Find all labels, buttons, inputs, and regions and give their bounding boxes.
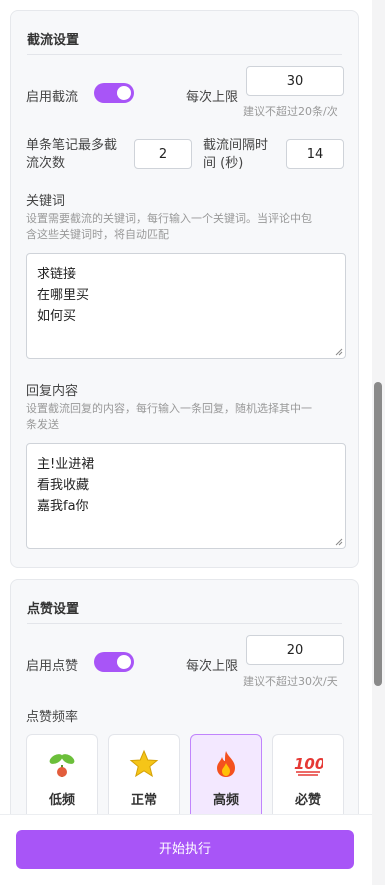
- throttle-per-limit-label: 每次上限: [186, 90, 239, 105]
- interval-label-line1: 截流间隔时: [203, 138, 269, 153]
- frequency-option-high[interactable]: 高频: [190, 734, 262, 824]
- keyword-line: 在哪里买: [37, 288, 90, 303]
- frequency-option-name: 必赞: [294, 793, 321, 808]
- like-section-title: 点赞设置: [27, 602, 80, 617]
- toggle-knob: [117, 86, 131, 100]
- keyword-line: 如何买: [37, 309, 77, 324]
- frequency-option-low[interactable]: 低频: [26, 734, 98, 824]
- enable-throttle-toggle[interactable]: [94, 83, 134, 103]
- hundred-icon: 100: [294, 755, 323, 776]
- keywords-hint-line1: 设置需要截流的关键词，每行输入一个关键词。当评论中包: [26, 212, 312, 225]
- fire-icon: [217, 751, 235, 777]
- frequency-option-must[interactable]: 100 必赞: [272, 734, 344, 824]
- throttle-per-limit-input[interactable]: [246, 66, 344, 96]
- max-per-note-label-line1: 单条笔记最多截: [26, 138, 118, 153]
- like-per-limit-input[interactable]: [246, 635, 344, 665]
- reply-label: 回复内容: [26, 384, 79, 399]
- frequency-option-name: 正常: [130, 793, 157, 808]
- max-per-note-input[interactable]: [134, 139, 192, 169]
- interval-label: 截流间隔时 间 (秒): [203, 137, 268, 173]
- interval-seconds-input[interactable]: [286, 139, 344, 169]
- svg-text:100: 100: [294, 755, 323, 773]
- keywords-textarea[interactable]: 求链接 在哪里买 如何买: [26, 253, 346, 359]
- max-per-note-label: 单条笔记最多截 流次数: [26, 137, 117, 173]
- enable-like-toggle[interactable]: [94, 652, 134, 672]
- reply-line: 主!业进裙: [37, 457, 95, 472]
- keywords-hint-line2: 含这些关键词时，将自动匹配: [26, 228, 169, 241]
- interval-label-line2: 间 (秒): [203, 156, 244, 171]
- resize-handle-icon[interactable]: [335, 348, 343, 356]
- frequency-option-normal[interactable]: 正常: [108, 734, 180, 824]
- reply-line: 嘉我fa你: [37, 499, 89, 514]
- reply-hint: 设置截流回复的内容，每行输入一条回复，随机选择其中一 条发送: [26, 401, 351, 433]
- reply-hint-line2: 条发送: [26, 418, 59, 431]
- enable-like-label: 启用点赞: [26, 659, 79, 674]
- keyword-line: 求链接: [37, 267, 77, 282]
- reply-textarea[interactable]: 主!业进裙 看我收藏 嘉我fa你: [26, 443, 346, 549]
- star-icon: [129, 749, 159, 778]
- keywords-label: 关键词: [26, 194, 66, 209]
- keywords-hint: 设置需要截流的关键词，每行输入一个关键词。当评论中包 含这些关键词时，将自动匹配: [26, 211, 351, 243]
- seedling-icon: [49, 754, 75, 777]
- throttle-divider: [27, 54, 342, 55]
- throttle-per-limit-hint: 建议不超过20条/次: [243, 105, 338, 118]
- like-divider: [27, 623, 342, 624]
- max-per-note-label-line2: 流次数: [26, 156, 66, 171]
- like-per-limit-hint: 建议不超过30次/天: [243, 675, 338, 688]
- like-per-limit-label: 每次上限: [186, 659, 239, 674]
- enable-throttle-label: 启用截流: [26, 90, 79, 105]
- reply-hint-line1: 设置截流回复的内容，每行输入一条回复，随机选择其中一: [26, 402, 312, 415]
- frequency-option-name: 低频: [48, 793, 75, 808]
- start-execution-button[interactable]: 开始执行: [16, 830, 354, 869]
- reply-line: 看我收藏: [37, 478, 90, 493]
- toggle-knob: [117, 655, 131, 669]
- like-frequency-label: 点赞频率: [26, 710, 79, 725]
- frequency-option-name: 高频: [212, 793, 239, 808]
- scrollbar-thumb[interactable]: [374, 382, 382, 686]
- resize-handle-icon[interactable]: [335, 538, 343, 546]
- throttle-section-title: 截流设置: [27, 33, 80, 48]
